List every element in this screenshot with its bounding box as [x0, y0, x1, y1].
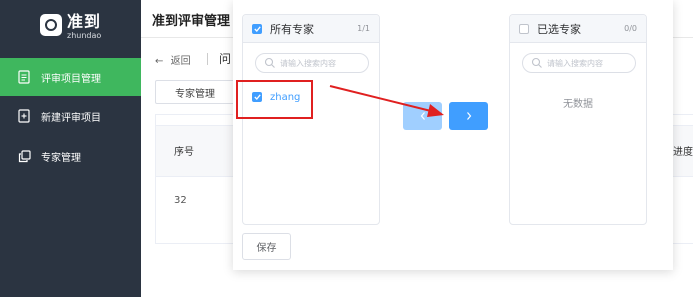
transfer-panel-all: 所有专家 1/1 zhang: [242, 14, 380, 225]
copy-icon: [16, 148, 32, 164]
panel-title: 已选专家: [537, 22, 581, 36]
arrow-left-icon: ←: [155, 56, 164, 67]
sidebar-item-review-projects[interactable]: 评审项目管理: [0, 58, 141, 96]
search-input[interactable]: [547, 58, 632, 68]
back-label: 返回: [170, 56, 191, 67]
panel-header: 已选专家 0/0: [510, 15, 646, 43]
empty-state: 无数据: [563, 99, 593, 110]
logo-subtext: zhundao: [67, 31, 102, 40]
save-button[interactable]: 保存: [242, 233, 291, 260]
table-cell: 32: [174, 195, 187, 206]
logo-text: 准到: [67, 12, 102, 31]
sidebar-item-label: 评审项目管理: [41, 73, 101, 85]
search-icon: [264, 57, 275, 68]
sidebar-item-label: 新建评审项目: [41, 112, 101, 124]
back-link[interactable]: ← 返回: [155, 52, 191, 67]
logo: 准到 zhundao: [40, 14, 101, 40]
panel-title: 所有专家: [270, 22, 314, 36]
search-field[interactable]: [255, 53, 369, 73]
page-title: 准到评审管理: [152, 14, 231, 29]
panel-header: 所有专家 1/1: [243, 15, 379, 43]
expert-transfer-dialog: 所有专家 1/1 zhang 已选专家 0/0 无数据 保存: [233, 0, 673, 270]
search-field[interactable]: [522, 53, 636, 73]
annotation-highlight-box: [236, 80, 313, 119]
sidebar-item-expert-management[interactable]: 专家管理: [0, 137, 141, 175]
select-all-checkbox[interactable]: [252, 23, 262, 34]
search-icon: [531, 57, 542, 68]
column-header-seq: 序号: [174, 147, 194, 158]
transfer-panel-selected: 已选专家 0/0 无数据: [509, 14, 647, 225]
search-input[interactable]: [280, 58, 365, 68]
move-left-button[interactable]: [403, 102, 442, 130]
sidebar-item-new-project[interactable]: 新建评审项目: [0, 97, 141, 135]
chevron-left-icon: [420, 112, 425, 120]
breadcrumb-divider: [207, 53, 208, 65]
select-all-checkbox[interactable]: [519, 23, 529, 34]
selection-count: 1/1: [357, 24, 370, 33]
sidebar-item-label: 专家管理: [41, 152, 81, 164]
breadcrumb-title: 问: [219, 52, 232, 66]
selection-count: 0/0: [624, 24, 637, 33]
chevron-right-icon: [466, 112, 471, 120]
document-icon: [16, 69, 32, 85]
sidebar: 准到 zhundao 评审项目管理 新建评审项目 专家管理: [0, 0, 141, 297]
logo-icon: [40, 14, 62, 36]
tab-expert-management[interactable]: 专家管理: [155, 80, 235, 104]
move-right-button[interactable]: [449, 102, 488, 130]
new-document-icon: [16, 108, 32, 124]
